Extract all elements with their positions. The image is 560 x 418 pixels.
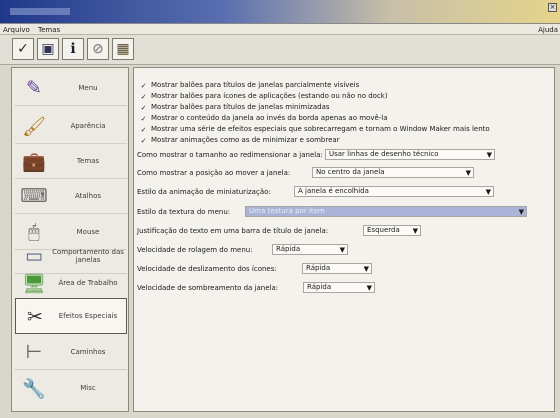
sidebar-item-label: Efeitos Especiais bbox=[58, 312, 118, 320]
dropdown-arrow-icon: ▼ bbox=[363, 265, 369, 273]
sidebar-item-caminhos[interactable]: ⊢ Caminhos bbox=[15, 334, 127, 370]
option-checkbox[interactable]: ✓ Mostrar animações como as de minimizar … bbox=[140, 136, 340, 145]
scissors-tools-icon: ✂ bbox=[27, 306, 43, 328]
option-checkbox[interactable]: ✓ Mostrar o conteúdo da janela ao invés d… bbox=[140, 114, 388, 123]
option-checkbox[interactable]: ✓ Mostrar uma série de efeitos especiais … bbox=[140, 125, 490, 134]
sidebar-item-efeitos-especiais[interactable]: ✂ Efeitos Especiais bbox=[15, 298, 127, 334]
menu-scroll-speed-select[interactable]: Rápida ▼ bbox=[272, 244, 348, 255]
toolbar: ✓ ▣ ℹ ⊘ ▦ bbox=[0, 35, 560, 65]
menu-temas[interactable]: Temas bbox=[38, 26, 60, 34]
save-icon[interactable]: ▣ bbox=[37, 38, 59, 60]
grid-icon[interactable]: ▦ bbox=[112, 38, 134, 60]
checkmark-icon: ✓ bbox=[140, 104, 147, 112]
sidebar-item-menu[interactable]: ✎ Menu bbox=[15, 70, 127, 106]
checkmark-icon: ✓ bbox=[140, 126, 147, 134]
sidebar-item-label: Área de Trabalho bbox=[58, 278, 118, 287]
menu-ajuda[interactable]: Ajuda bbox=[538, 26, 558, 34]
setting-label: Como mostrar a posição ao mover a janela… bbox=[137, 169, 291, 177]
checkmark-icon: ✓ bbox=[140, 137, 147, 145]
desktop-icon: 🖥 bbox=[21, 272, 47, 295]
icon-slide-speed-select[interactable]: Rápida ▼ bbox=[302, 263, 372, 274]
close-icon[interactable]: × bbox=[548, 3, 557, 12]
setting-label: Estilo da textura do menu: bbox=[137, 208, 231, 216]
sidebar-item-area-trabalho[interactable]: 🖥 Área de Trabalho bbox=[15, 265, 127, 301]
disabled-icon[interactable]: ⊘ bbox=[87, 38, 109, 60]
sidebar-item-misc[interactable]: 🔧 Misc bbox=[15, 370, 127, 406]
keyboard-icon: ⌨ bbox=[20, 185, 48, 207]
paintbrush-icon: 🖌 bbox=[21, 115, 47, 138]
setting-label: Estilo da animação de miniaturização: bbox=[137, 188, 271, 196]
checkmark-icon: ✓ bbox=[140, 93, 147, 101]
setting-label: Velocidade de sombreamento da janela: bbox=[137, 284, 279, 292]
sidebar-item-label: Misc bbox=[80, 384, 96, 392]
dropdown-arrow-icon: ▼ bbox=[465, 169, 471, 177]
menu-texture-select[interactable]: Uma textura por item ▼ bbox=[245, 206, 527, 217]
title-justify-select[interactable]: Esquerda ▼ bbox=[363, 225, 421, 236]
move-display-select[interactable]: No centro da janela ▼ bbox=[312, 167, 474, 178]
settings-panel: ✓ Mostrar balões para títulos de janelas … bbox=[133, 67, 555, 412]
sidebar: ✎ Menu 🖌 Aparência 💼 Temas ⌨ Atalhos 🖱 M… bbox=[11, 67, 129, 412]
dropdown-arrow-icon: ▼ bbox=[485, 188, 491, 196]
option-checkbox[interactable]: ✓ Mostrar balões para títulos de janelas … bbox=[140, 103, 330, 112]
wrench-icon: 🔧 bbox=[22, 377, 46, 400]
setting-label: Como mostrar o tamanho ao redimensionar … bbox=[137, 151, 323, 159]
setting-label: Velocidade de rolagem do menu: bbox=[137, 246, 253, 254]
path-tree-icon: ⊢ bbox=[25, 341, 43, 363]
sidebar-item-label: Aparência bbox=[70, 121, 106, 130]
setting-label: Justificação do texto em uma barra de tí… bbox=[137, 227, 329, 235]
sidebar-item-temas[interactable]: 💼 Temas bbox=[15, 143, 127, 179]
dropdown-arrow-icon: ▼ bbox=[486, 151, 492, 159]
sidebar-item-aparencia[interactable]: 🖌 Aparência bbox=[15, 108, 127, 144]
window-title bbox=[10, 8, 70, 15]
option-checkbox[interactable]: ✓ Mostrar balões para títulos de janelas … bbox=[140, 81, 360, 90]
miniaturize-animation-select[interactable]: A janela é encolhida ▼ bbox=[294, 186, 494, 197]
menu-arquivo[interactable]: Arquivo bbox=[3, 26, 30, 34]
resize-display-select[interactable]: Usar linhas de desenho técnico ▼ bbox=[325, 149, 495, 160]
menu-pencil-icon: ✎ bbox=[26, 77, 42, 99]
sidebar-item-label: Temas bbox=[76, 156, 100, 165]
sidebar-item-label: Menu bbox=[78, 83, 98, 92]
briefcase-icon: 💼 bbox=[22, 150, 46, 173]
sidebar-item-label: Atalhos bbox=[74, 191, 101, 200]
sidebar-item-label: Caminhos bbox=[70, 347, 106, 356]
apply-check-icon[interactable]: ✓ bbox=[12, 38, 34, 60]
sidebar-item-atalhos[interactable]: ⌨ Atalhos bbox=[15, 178, 127, 214]
window-titlebar[interactable]: × bbox=[0, 0, 560, 24]
option-checkbox[interactable]: ✓ Mostrar balões para ícones de aplicaçõe… bbox=[140, 92, 388, 101]
dropdown-arrow-icon: ▼ bbox=[339, 246, 345, 254]
dropdown-arrow-icon: ▼ bbox=[518, 208, 524, 216]
setting-label: Velocidade de deslizamento dos ícones: bbox=[137, 265, 277, 273]
dropdown-arrow-icon: ▼ bbox=[412, 227, 418, 235]
checkmark-icon: ✓ bbox=[140, 115, 147, 123]
checkmark-icon: ✓ bbox=[140, 82, 147, 90]
dropdown-arrow-icon: ▼ bbox=[366, 284, 372, 292]
shade-speed-select[interactable]: Rápida ▼ bbox=[303, 282, 375, 293]
menubar: Arquivo Temas Ajuda bbox=[0, 24, 560, 35]
info-icon[interactable]: ℹ bbox=[62, 38, 84, 60]
